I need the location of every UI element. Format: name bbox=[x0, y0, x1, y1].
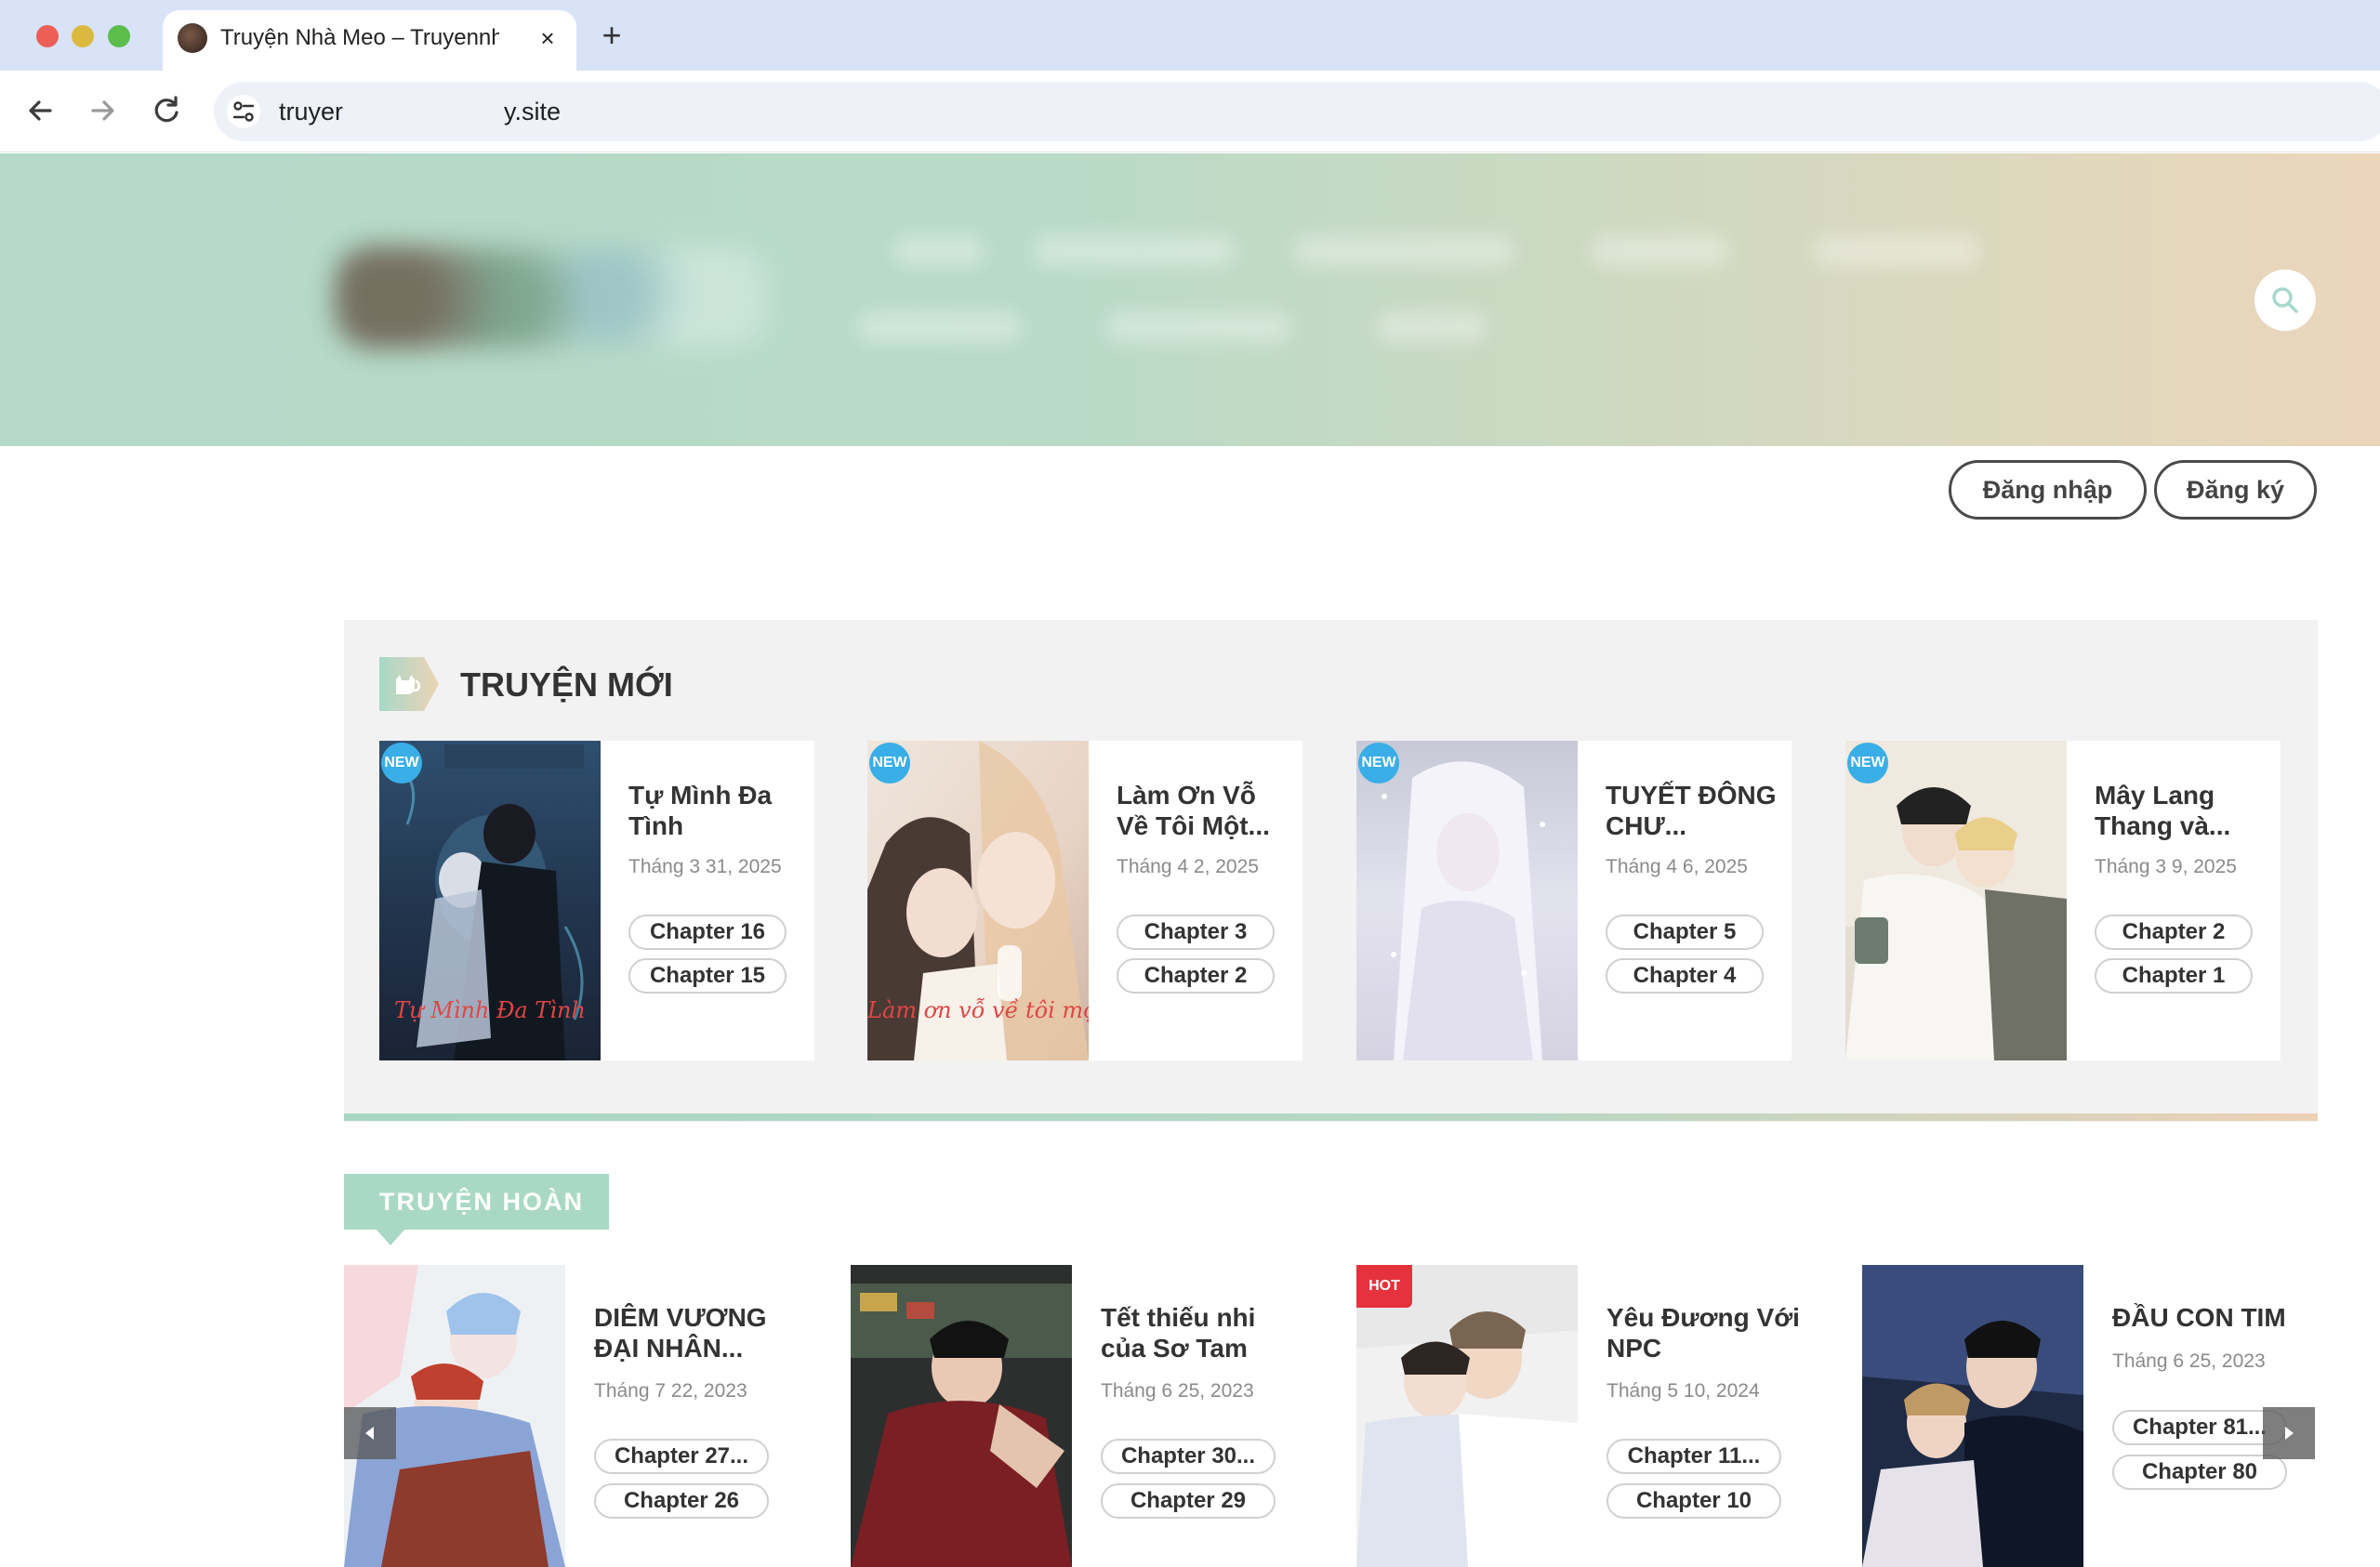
cover-caption: Tự Mình Đa Tình bbox=[394, 997, 586, 1023]
story-cover-image[interactable]: NEW Tự Mình Đa Tình bbox=[379, 741, 601, 1060]
story-card[interactable]: NEW Mây Lang Thang và... Tháng 3 9, 2025… bbox=[1845, 741, 2281, 1060]
search-icon bbox=[2272, 287, 2298, 313]
reload-button[interactable] bbox=[145, 89, 188, 132]
slider-prev-button[interactable] bbox=[344, 1407, 396, 1459]
story-card[interactable]: DIÊM VƯƠNG ĐẠI NHÂN... Tháng 7 22, 2023 … bbox=[344, 1265, 809, 1567]
new-badge: NEW bbox=[869, 743, 910, 784]
story-title[interactable]: Tự Mình Đa Tình bbox=[628, 780, 805, 841]
chapter-link[interactable]: Chapter 27... bbox=[594, 1439, 769, 1474]
story-card[interactable]: NEW TUYẾT ĐÔNG CHƯ... Tháng 4 6, 2025 Ch… bbox=[1356, 741, 1792, 1060]
chapter-link[interactable]: Chapter 2 bbox=[1117, 958, 1275, 994]
section-divider bbox=[344, 1113, 2318, 1121]
story-title[interactable]: ĐẦU CON TIM bbox=[2112, 1302, 2317, 1333]
chapter-link[interactable]: Chapter 10 bbox=[1606, 1483, 1781, 1519]
chapter-link[interactable]: Chapter 11... bbox=[1606, 1439, 1781, 1474]
new-badge: NEW bbox=[381, 743, 422, 784]
address-bar[interactable]: truyer y.site bbox=[214, 82, 2380, 141]
new-badge: NEW bbox=[1358, 743, 1399, 784]
story-date: Tháng 3 9, 2025 bbox=[2095, 856, 2237, 877]
register-button[interactable]: Đăng ký bbox=[2154, 460, 2317, 520]
story-card[interactable]: NEW Tự Mình Đa Tình Tự Mình Đa Tình Thán… bbox=[379, 741, 814, 1060]
story-title[interactable]: TUYẾT ĐÔNG CHƯ... bbox=[1606, 780, 1782, 841]
caret-left-icon bbox=[365, 1427, 374, 1440]
story-title[interactable]: Tết thiếu nhi của Sơ Tam bbox=[1101, 1302, 1305, 1363]
cover-caption: Làm ơn vỗ về tôi một chút bbox=[867, 997, 1089, 1023]
story-date: Tháng 5 10, 2024 bbox=[1606, 1380, 1760, 1402]
window-close-button[interactable] bbox=[36, 25, 59, 47]
tune-icon bbox=[232, 101, 255, 122]
nav-item-blurred[interactable] bbox=[892, 235, 985, 267]
story-date: Tháng 6 25, 2023 bbox=[1101, 1380, 1254, 1402]
chapter-link[interactable]: Chapter 1 bbox=[2095, 958, 2253, 994]
browser-tab-active[interactable]: Truyện Nhà Meo – Truyennhameo × bbox=[163, 10, 576, 71]
story-title[interactable]: DIÊM VƯƠNG ĐẠI NHÂN... bbox=[594, 1302, 799, 1363]
nav-item-blurred[interactable] bbox=[1292, 235, 1515, 267]
section-title-complete: TRUYỆN HOÀN bbox=[344, 1174, 609, 1230]
story-title[interactable]: Mây Lang Thang và... bbox=[2095, 780, 2271, 841]
story-date: Tháng 4 6, 2025 bbox=[1606, 856, 1748, 877]
login-button[interactable]: Đăng nhập bbox=[1949, 460, 2147, 520]
reload-icon bbox=[154, 96, 178, 123]
url-redacted-region bbox=[344, 97, 511, 126]
story-cover-image[interactable] bbox=[1862, 1265, 2083, 1567]
story-date: Tháng 3 31, 2025 bbox=[628, 856, 782, 877]
nav-item-blurred[interactable] bbox=[1032, 235, 1236, 267]
chapter-link[interactable]: Chapter 26 bbox=[594, 1483, 769, 1519]
story-cover-image[interactable]: NEW Làm ơn vỗ về tôi một chút bbox=[867, 741, 1089, 1060]
caret-right-icon bbox=[2285, 1427, 2294, 1440]
window-zoom-button[interactable] bbox=[108, 25, 130, 47]
story-title[interactable]: Yêu Đương Với NPC bbox=[1606, 1302, 1811, 1363]
window-minimize-button[interactable] bbox=[72, 25, 94, 47]
chapter-link[interactable]: Chapter 15 bbox=[628, 958, 787, 994]
story-date: Tháng 6 25, 2023 bbox=[2112, 1350, 2266, 1372]
arrow-right-icon bbox=[91, 100, 114, 121]
browser-toolbar: truyer y.site bbox=[0, 71, 2380, 152]
nav-item-blurred[interactable] bbox=[1106, 311, 1292, 343]
site-favicon-icon bbox=[178, 23, 207, 53]
url-text-start: truyer bbox=[279, 98, 344, 125]
chapter-link[interactable]: Chapter 80 bbox=[2112, 1455, 2287, 1490]
story-cover-image[interactable] bbox=[851, 1265, 1072, 1567]
chapter-link[interactable]: Chapter 30... bbox=[1101, 1439, 1276, 1474]
chapter-link[interactable]: Chapter 81... bbox=[2112, 1410, 2287, 1445]
story-card[interactable]: ĐẦU CON TIM Tháng 6 25, 2023 Chapter 81.… bbox=[1862, 1265, 2327, 1567]
story-title[interactable]: Làm Ơn Vỗ Về Tôi Một... bbox=[1117, 780, 1293, 841]
slider-next-button[interactable] bbox=[2263, 1407, 2315, 1459]
tab-title: Truyện Nhà Meo – Truyennhameo bbox=[220, 25, 499, 50]
search-button[interactable] bbox=[2254, 270, 2316, 331]
site-header-banner bbox=[0, 153, 2380, 446]
url-text-end: y.site bbox=[504, 98, 562, 125]
browser-tab-strip: Truyện Nhà Meo – Truyennhameo × + bbox=[0, 0, 2380, 71]
story-card[interactable]: NEW Làm ơn vỗ về tôi một chút Làm Ơn Vỗ … bbox=[867, 741, 1302, 1060]
section-tag-notch bbox=[376, 1229, 405, 1245]
new-tab-button[interactable]: + bbox=[593, 17, 630, 54]
chapter-link[interactable]: Chapter 16 bbox=[628, 915, 787, 950]
forward-button[interactable] bbox=[82, 89, 125, 132]
arrow-left-icon bbox=[29, 100, 52, 121]
story-cover-image[interactable]: HOT bbox=[1356, 1265, 1578, 1567]
story-cover-image[interactable]: NEW bbox=[1845, 741, 2067, 1060]
tab-close-icon[interactable]: × bbox=[531, 21, 564, 55]
hot-badge: HOT bbox=[1356, 1265, 1412, 1308]
back-button[interactable] bbox=[19, 89, 61, 132]
chapter-link[interactable]: Chapter 5 bbox=[1606, 915, 1764, 950]
chapter-link[interactable]: Chapter 4 bbox=[1606, 958, 1764, 994]
story-cover-image[interactable]: NEW bbox=[1356, 741, 1578, 1060]
section-title-new: TRUYỆN MỚI bbox=[460, 665, 673, 704]
nav-item-blurred[interactable] bbox=[855, 311, 1023, 343]
story-date: Tháng 4 2, 2025 bbox=[1117, 856, 1259, 877]
new-badge: NEW bbox=[1847, 743, 1888, 784]
chapter-link[interactable]: Chapter 29 bbox=[1101, 1483, 1276, 1519]
chapter-link[interactable]: Chapter 2 bbox=[2095, 915, 2253, 950]
story-card[interactable]: Tết thiếu nhi của Sơ Tam Tháng 6 25, 202… bbox=[851, 1265, 1316, 1567]
site-info-button[interactable] bbox=[227, 95, 260, 128]
story-date: Tháng 7 22, 2023 bbox=[594, 1380, 747, 1402]
site-logo-blurred[interactable] bbox=[335, 246, 772, 349]
nav-item-blurred[interactable] bbox=[1376, 311, 1488, 343]
chapter-link[interactable]: Chapter 3 bbox=[1117, 915, 1275, 950]
story-card[interactable]: HOT Yêu Đương Với NPC Tháng 5 10, 2024 C… bbox=[1356, 1265, 1821, 1567]
nav-item-blurred[interactable] bbox=[1813, 235, 1980, 267]
cat-icon bbox=[379, 657, 439, 711]
nav-item-blurred[interactable] bbox=[1590, 235, 1729, 267]
